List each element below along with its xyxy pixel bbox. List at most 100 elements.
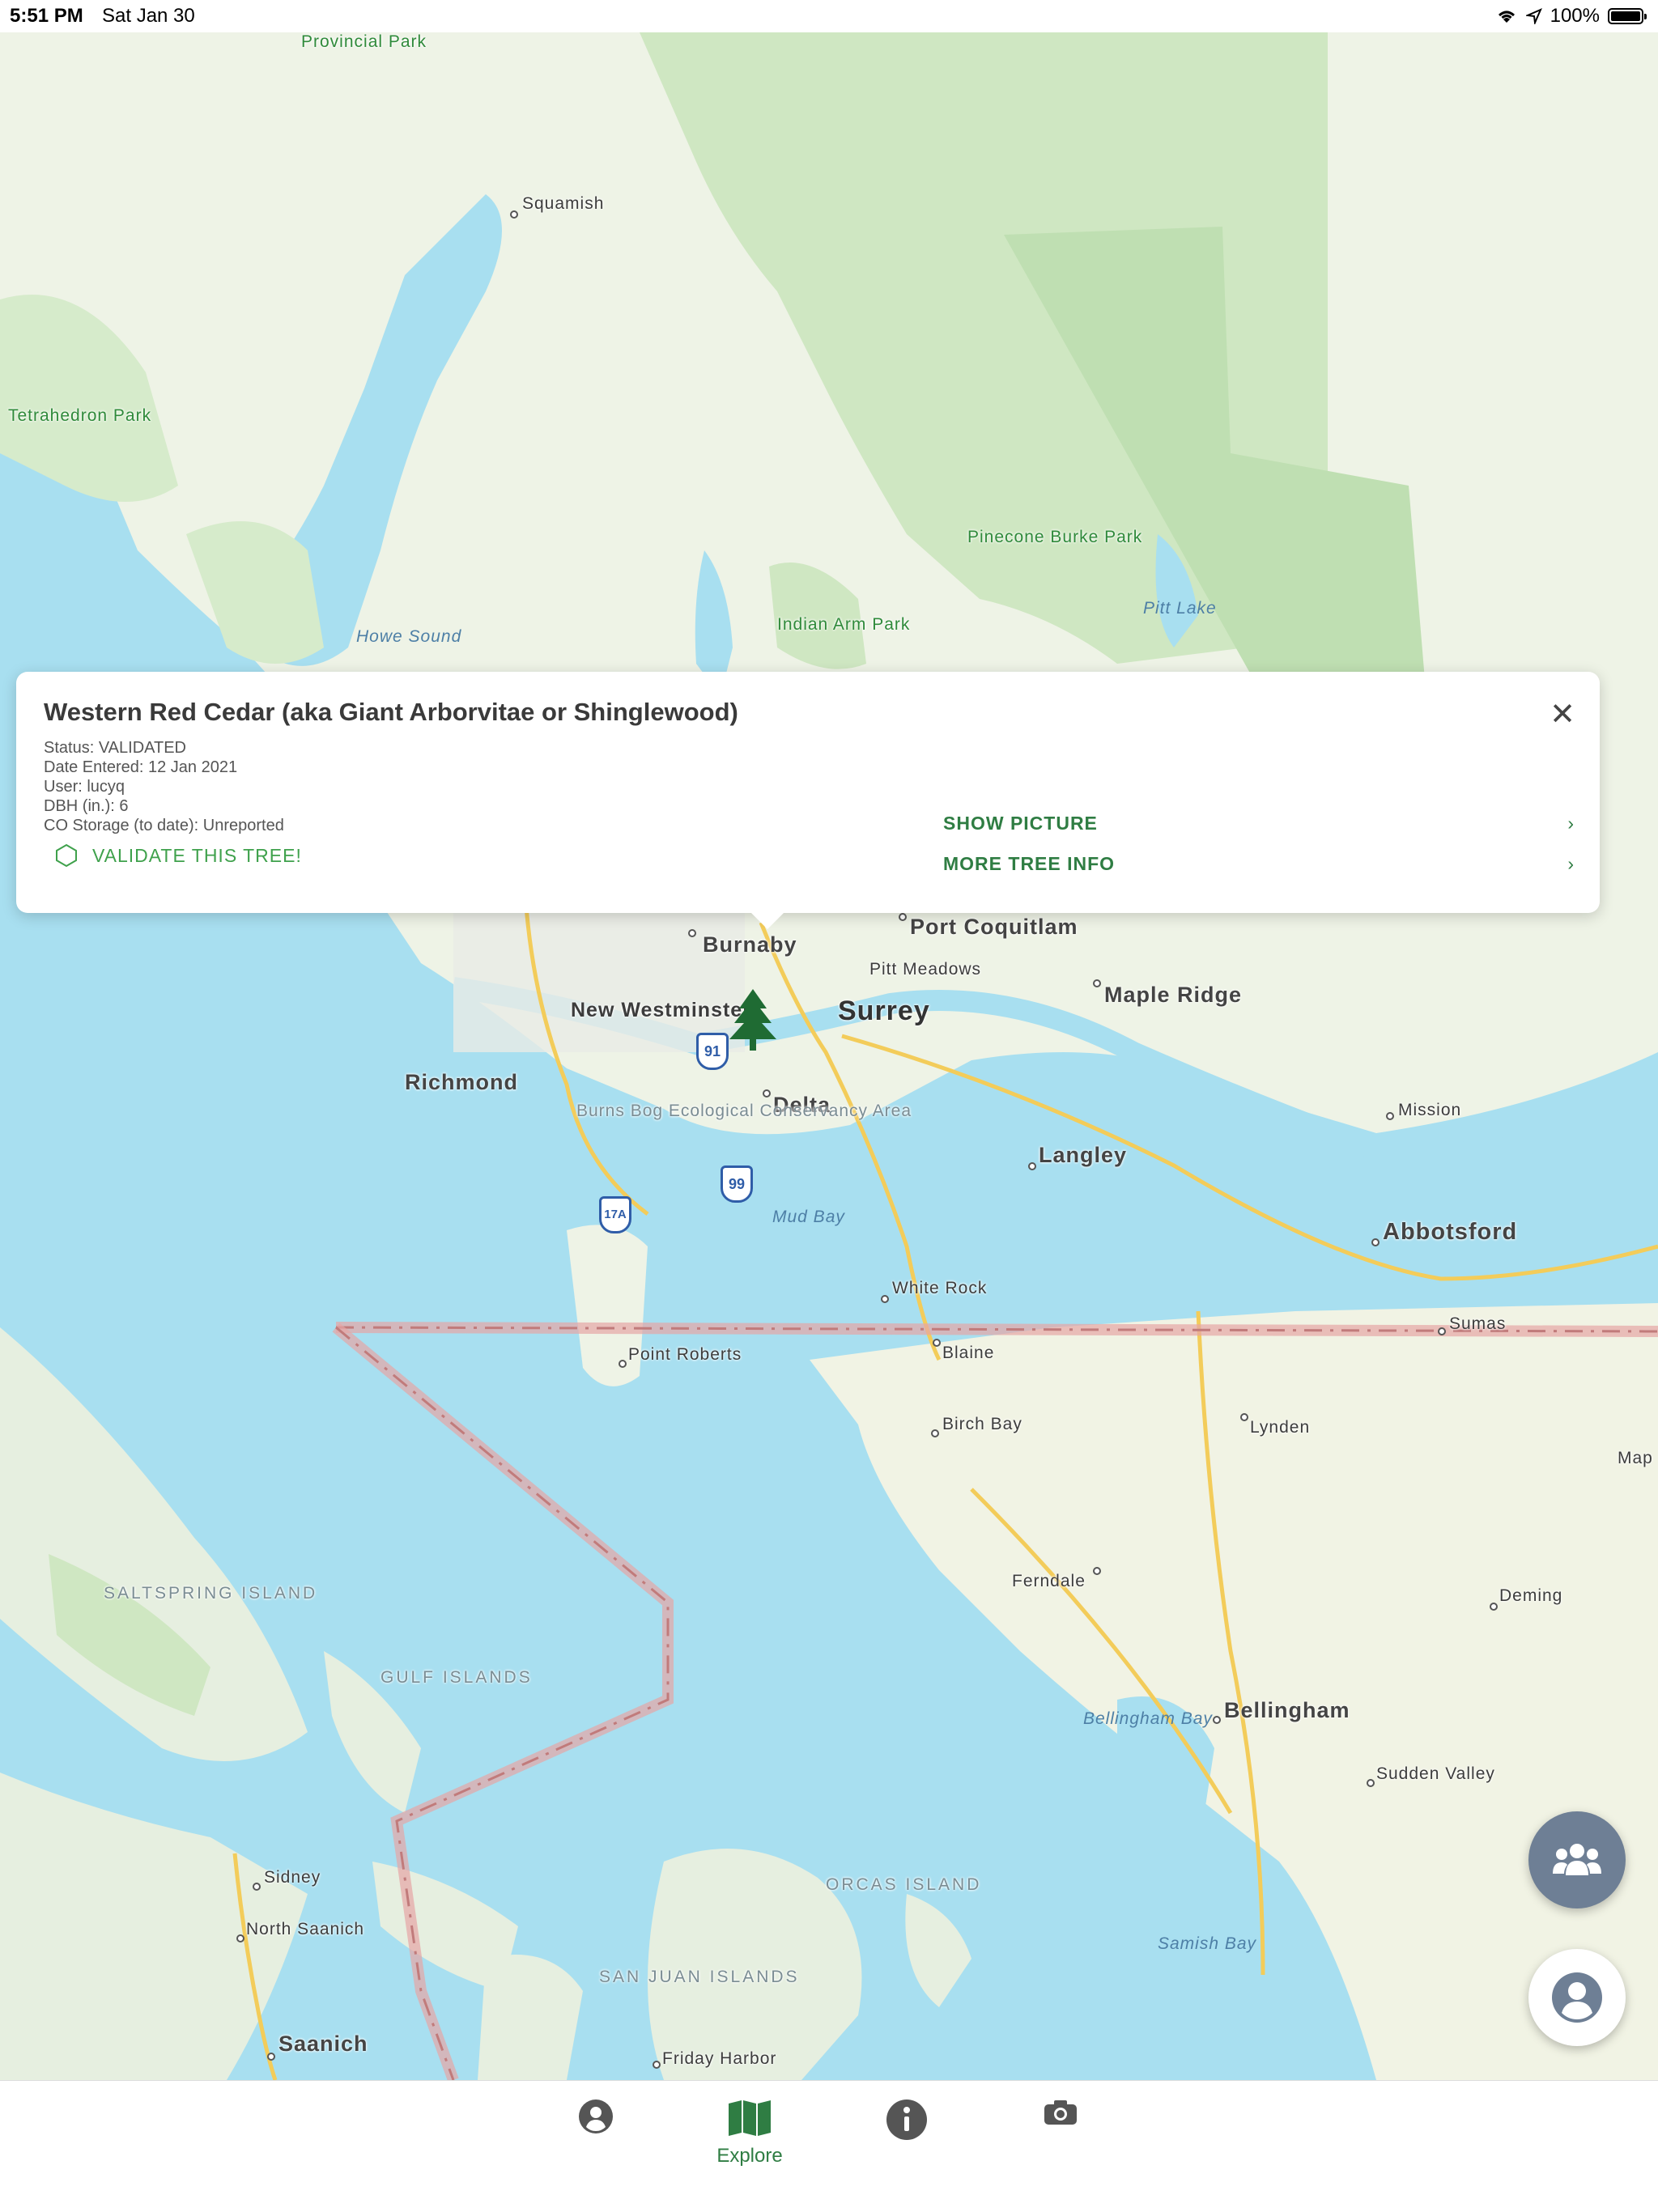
tree-marker-icon[interactable] [725,987,781,1052]
place-blaine[interactable]: Blaine [942,1344,994,1363]
place-dot [1367,1779,1375,1787]
status-right: 100% [1495,5,1647,28]
place-dot [253,1883,261,1891]
place-dot [236,1934,244,1942]
place-maple-ridge[interactable]: Maple Ridge [1104,983,1242,1008]
place-pitt-meadows[interactable]: Pitt Meadows [869,960,981,979]
place-dot [899,913,907,921]
tab-profile[interactable] [547,2099,644,2138]
wifi-icon [1498,11,1515,23]
place-howe-sound[interactable]: Howe Sound [356,627,461,647]
place-port-coquitlam[interactable]: Port Coquitlam [910,915,1078,940]
show-picture-label: SHOW PICTURE [943,813,1098,834]
place-north-saanich[interactable]: North Saanich [246,1920,364,1939]
hexagon-icon [56,843,77,868]
tree-species-title: Western Red Cedar (aka Giant Arborvitae … [44,698,738,726]
validate-tree-label: VALIDATE THIS TREE! [92,844,302,866]
place-squamish[interactable]: Squamish [522,194,604,214]
place-dot [931,1429,939,1437]
map-view[interactable]: Provincial Park Squamish Tetrahedron Par… [0,32,1658,2080]
place-sudden-valley[interactable]: Sudden Valley [1376,1764,1495,1784]
place-bellingham-bay[interactable]: Bellingham Bay [1083,1709,1212,1729]
place-tetrahedron-park[interactable]: Tetrahedron Park [8,406,151,426]
place-dot [267,2053,275,2061]
tab-explore[interactable]: Explore [701,2099,798,2167]
place-burnaby[interactable]: Burnaby [703,932,797,957]
map-icon [729,2100,771,2136]
status-date: Sat Jan 30 [102,5,195,27]
place-langley[interactable]: Langley [1039,1143,1127,1168]
place-richmond[interactable]: Richmond [405,1070,518,1095]
place-dot [1240,1413,1248,1421]
highway-shield-91: 91 [696,1033,729,1070]
user-circle-icon [579,2099,613,2133]
location-arrow-icon [1525,8,1542,24]
place-saltspring-island[interactable]: SALTSPRING ISLAND [104,1585,315,1603]
place-dot [1386,1112,1394,1120]
place-dot [763,1089,771,1098]
place-birch-bay[interactable]: Birch Bay [942,1415,1022,1434]
tree-meta: Status: VALIDATED Date Entered: 12 Jan 2… [44,738,284,835]
place-abbotsford[interactable]: Abbotsford [1383,1219,1517,1246]
place-mud-bay[interactable]: Mud Bay [772,1208,845,1227]
tree-dbh: DBH (in.): 6 [44,797,129,815]
place-dot [1371,1238,1380,1246]
place-bellingham[interactable]: Bellingham [1224,1698,1350,1723]
tab-info[interactable] [858,2099,955,2145]
show-picture-button[interactable]: SHOW PICTURE › [943,813,1575,834]
battery-icon [1608,8,1647,24]
place-samish-bay[interactable]: Samish Bay [1158,1934,1256,1954]
place-sidney[interactable]: Sidney [264,1868,321,1887]
place-gulf-islands[interactable]: GULF ISLANDS [380,1669,530,1687]
my-profile-button[interactable] [1528,1949,1626,2046]
place-dot [1490,1603,1498,1611]
place-saanich[interactable]: Saanich [278,2032,368,2057]
chevron-right-icon: › [1567,813,1575,834]
tree-status: Status: VALIDATED [44,739,186,757]
place-lynden[interactable]: Lynden [1250,1418,1310,1437]
close-icon[interactable]: ✕ [1550,696,1575,732]
place-indian-arm-park[interactable]: Indian Arm Park [777,615,910,635]
place-dot [1213,1716,1221,1724]
place-dot [653,2061,661,2069]
place-sumas[interactable]: Sumas [1449,1314,1506,1334]
place-dot [688,929,696,937]
user-circle-icon [1552,1972,1602,2023]
chevron-right-icon: › [1567,853,1575,874]
place-white-rock[interactable]: White Rock [892,1279,987,1298]
more-tree-info-button[interactable]: MORE TREE INFO › [943,853,1575,875]
place-pitt-lake[interactable]: Pitt Lake [1143,599,1216,618]
place-friday-harbor[interactable]: Friday Harbor [662,2049,776,2069]
place-provincial-park[interactable]: Provincial Park [301,32,427,52]
place-surrey[interactable]: Surrey [838,996,930,1027]
place-dot [1093,979,1101,987]
community-button[interactable] [1528,1811,1626,1908]
tab-explore-label: Explore [716,2145,783,2167]
place-point-roberts[interactable]: Point Roberts [628,1345,742,1365]
place-san-juan-islands[interactable]: SAN JUAN ISLANDS [599,1968,797,1986]
status-bar: 5:51 PM Sat Jan 30 100% [0,0,1658,32]
place-burns-bog[interactable]: Burns Bog Ecological Conservancy Area [576,1102,911,1120]
tree-info-popup: Western Red Cedar (aka Giant Arborvitae … [16,672,1600,929]
place-dot [510,210,518,219]
more-tree-info-label: MORE TREE INFO [943,853,1116,874]
place-dot [933,1339,941,1347]
battery-percent: 100% [1550,5,1600,27]
place-dot [881,1295,889,1303]
tab-camera[interactable] [1012,2099,1109,2130]
place-deming[interactable]: Deming [1499,1586,1562,1606]
tab-bar: Explore [0,2080,1658,2212]
place-maple-cut[interactable]: Map [1618,1449,1653,1468]
place-ferndale[interactable]: Ferndale [1012,1572,1086,1591]
users-group-icon [1553,1844,1601,1875]
tree-user: User: lucyq [44,778,125,796]
place-dot [619,1360,627,1368]
validate-tree-button[interactable]: VALIDATE THIS TREE! [55,843,302,868]
highway-shield-99: 99 [721,1165,753,1203]
place-pinecone-burke-park[interactable]: Pinecone Burke Park [967,528,1141,547]
place-dot [1093,1567,1101,1575]
place-mission[interactable]: Mission [1398,1101,1461,1120]
info-icon [886,2099,927,2140]
place-orcas-island[interactable]: ORCAS ISLAND [826,1876,979,1894]
status-time: 5:51 PM [10,5,83,27]
